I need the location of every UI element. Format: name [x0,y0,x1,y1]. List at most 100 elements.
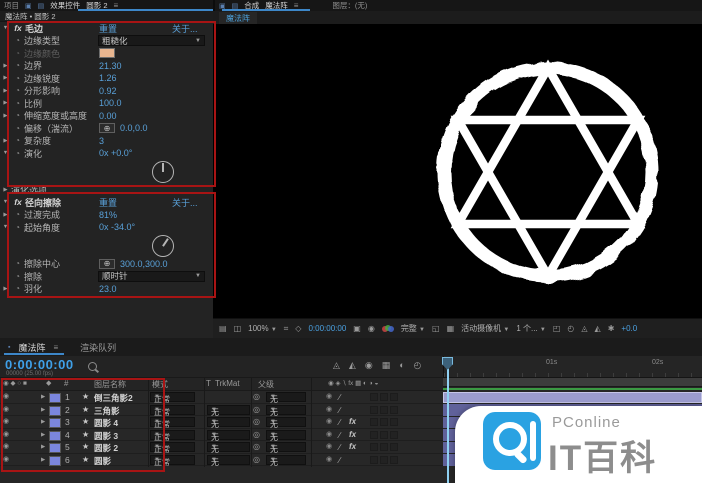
quality-icon[interactable]: ∕ [339,417,340,427]
frame-blend-icon[interactable]: ▦ [382,360,391,371]
parent-dropdown[interactable]: 无▼ [266,417,306,427]
timeline-button-icon[interactable]: ◬ [581,324,587,333]
fx-switch-icon[interactable]: fx [349,417,356,426]
column-divider[interactable] [204,378,205,467]
switch-cell[interactable] [370,406,378,414]
stopwatch-icon[interactable]: ◔ [11,210,24,219]
property-value[interactable]: 100.0 [99,98,122,108]
viewer-timecode[interactable]: 0:00:00:00 [308,324,346,333]
property-value[interactable]: 0.0,0.0 [120,123,148,133]
switch-cell[interactable] [380,431,388,439]
tab-effect-controls[interactable]: 效果控件 [50,0,80,11]
shy-icon[interactable]: ◉ [326,392,332,400]
twirl-right-icon[interactable]: ▶ [0,63,11,69]
stopwatch-icon[interactable]: ◔ [11,284,24,293]
label-color-chip[interactable] [49,456,61,466]
tab-render-queue[interactable]: 渲染队列 [80,341,116,354]
layer-duration-bar[interactable] [443,392,702,404]
column-divider[interactable] [148,378,149,467]
parent-dropdown[interactable]: 无▼ [266,455,306,465]
eye-icon[interactable]: ◉ [3,442,9,450]
property-value[interactable]: 300.0,300.0 [120,259,168,269]
trkmat-dropdown[interactable]: 无▼ [207,442,250,452]
switch-cell[interactable] [380,393,388,401]
layer-row[interactable]: ◉▶ 6 ★ 圆影 正常▼ 无▼ ◎ 无▼ ◉∕ [0,454,443,467]
effect-header-roughen[interactable]: ▼ fx 毛边 重置 关于... [0,22,213,35]
switch-cell[interactable] [370,456,378,464]
view-dropdown[interactable]: 活动摄像机 ▼ [461,323,509,334]
property-value[interactable]: 23.0 [99,284,117,294]
eye-icon[interactable]: ◉ [3,392,9,400]
stopwatch-icon[interactable]: ◔ [11,74,24,83]
search-icon[interactable] [88,362,97,371]
shy-icon[interactable]: ◉ [326,442,332,450]
pickwhip-icon[interactable]: ◎ [253,442,260,451]
stopwatch-icon[interactable]: ◔ [11,259,24,268]
mini-flowchart-icon[interactable]: ◬ [333,360,340,371]
pickwhip-icon[interactable]: ◎ [253,430,260,439]
panel-menu-icon[interactable]: ≡ [54,343,59,352]
channels-icon[interactable] [382,325,394,333]
mode-dropdown[interactable]: 正常▼ [150,455,195,465]
layer-name[interactable]: 圆影 4 [94,417,118,429]
twirl-right-icon[interactable]: ▶ [41,432,45,438]
eye-icon[interactable]: ◉ [3,430,9,438]
twirl-right-icon[interactable]: ▶ [41,444,45,450]
column-divider[interactable] [251,378,252,467]
about-link[interactable]: 关于... [172,22,198,35]
stopwatch-icon[interactable]: ◔ [11,99,24,108]
switch-cell[interactable] [380,456,388,464]
column-divider[interactable] [311,378,312,467]
property-value[interactable]: 1.26 [99,73,117,83]
wipe-dropdown[interactable]: 顺时针▼ [98,271,205,282]
switch-cell[interactable] [380,406,388,414]
twirl-down-icon[interactable]: ▼ [0,25,11,31]
current-time-indicator-line[interactable] [447,357,449,483]
shy-icon[interactable]: ◉ [326,430,332,438]
angle-dial[interactable] [152,161,174,183]
stopwatch-icon[interactable]: ◔ [11,272,24,281]
flowchart-icon[interactable]: ◭ [595,324,601,333]
exposure-value[interactable]: +0.0 [621,324,637,333]
property-value[interactable]: 0x +0.0° [99,148,132,158]
twirl-right-icon[interactable]: ▶ [0,212,11,218]
stopwatch-icon[interactable]: ◔ [11,111,24,120]
pickwhip-icon[interactable]: ◎ [253,405,260,414]
tab-project[interactable]: 项目 [4,0,19,11]
layer-row[interactable]: ◉▶ 4 ★ 圆影 3 正常▼ 无▼ ◎ 无▼ ◉∕fx [0,429,443,442]
label-color-chip[interactable] [49,431,61,441]
mask-visibility-icon[interactable]: ◇ [295,324,301,333]
mode-dropdown[interactable]: 正常▼ [150,417,195,427]
show-snapshot-icon[interactable]: ◉ [368,324,375,333]
always-preview-icon[interactable]: ▤ [219,324,227,333]
time-ruler[interactable]: 01s 02s [443,356,702,378]
layer-name[interactable]: 倒三角影2 [94,392,133,404]
stopwatch-icon[interactable]: ◔ [11,149,24,158]
about-link[interactable]: 关于... [172,196,198,209]
work-area-bar[interactable] [443,378,702,387]
twirl-right-icon[interactable]: ▶ [41,457,45,463]
quality-icon[interactable]: ∕ [339,455,340,465]
eye-icon[interactable]: ◉ [3,405,9,413]
parent-dropdown[interactable]: 无▼ [266,405,306,415]
layer-name[interactable]: 圆影 3 [94,430,118,442]
mode-dropdown[interactable]: 正常▼ [150,405,195,415]
stopwatch-icon[interactable]: ◔ [11,136,24,145]
edge-type-dropdown[interactable]: 粗糙化▼ [98,35,205,46]
zoom-level-dropdown[interactable]: 100% ▼ [248,324,277,333]
switch-cell[interactable] [390,393,398,401]
twirl-right-icon[interactable]: ▶ [0,138,11,144]
property-value[interactable]: 81% [99,210,117,220]
parent-dropdown[interactable]: 无▼ [266,442,306,452]
edge-color-swatch[interactable] [99,48,115,58]
label-color-chip[interactable] [49,443,61,453]
parent-dropdown[interactable]: 无▼ [266,430,306,440]
fast-previews-icon[interactable]: ◴ [567,324,574,333]
layer-name[interactable]: 圆影 [94,455,111,467]
monitor-icon[interactable]: ◫ [234,324,242,333]
reset-link[interactable]: 重置 [99,196,117,209]
fx-switch-icon[interactable]: fx [349,442,356,451]
pickwhip-icon[interactable]: ◎ [253,392,260,401]
stopwatch-icon[interactable]: ◔ [11,36,24,45]
mode-dropdown[interactable]: 正常▼ [150,392,195,402]
